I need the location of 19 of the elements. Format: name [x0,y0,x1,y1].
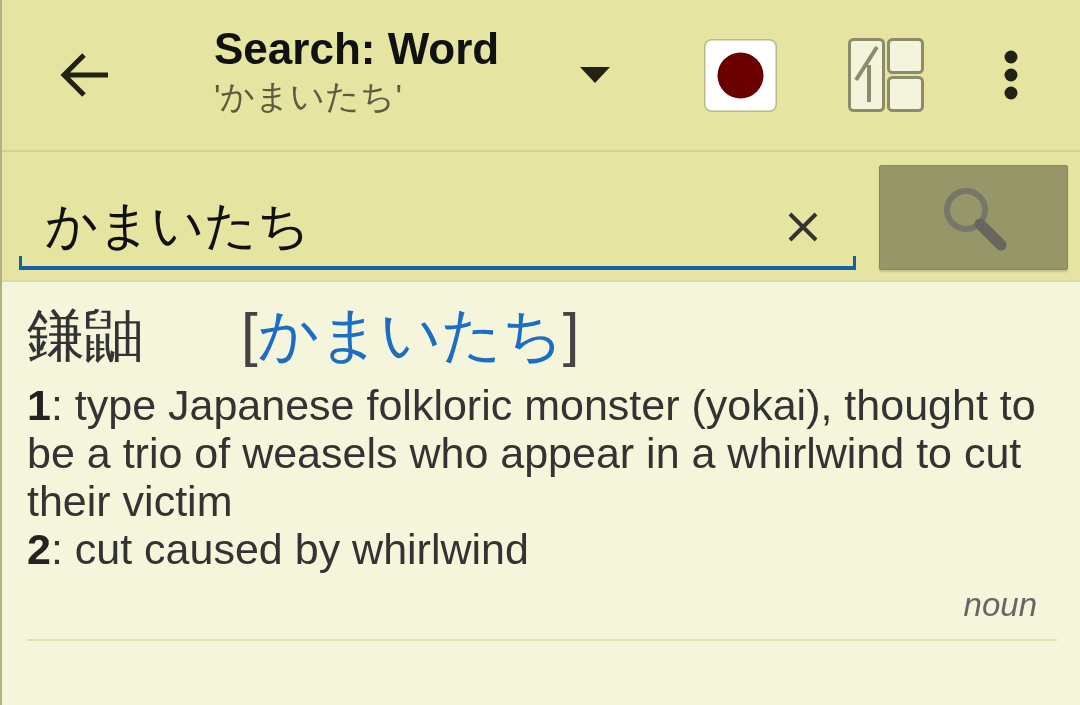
screen-subtitle: 'かまいたち' [214,75,403,117]
caret-down-icon [580,67,610,83]
flag-icon [704,38,777,112]
screen-title: Search: Word [214,25,501,74]
more-options-icon [1004,50,1018,100]
headword: 鎌鼬 [27,306,143,364]
more-options-button[interactable] [1004,50,1018,100]
clear-button[interactable] [787,211,820,243]
layout-button[interactable] [848,38,924,112]
arrow-left-icon [60,52,110,98]
tiles-icon [848,38,924,112]
dropdown-button[interactable] [580,67,610,83]
part-of-speech: noun [963,585,1037,625]
reading: [かまいたち] [241,305,580,365]
close-icon [787,211,820,243]
definition-text: 1: type Japanese folkloric monster (yokai), thought to be a trio of weasels who appear in a whirlwind to cut their victim [27,381,1037,525]
back-button[interactable] [60,52,110,98]
language-button[interactable] [704,38,777,112]
definition-text: 2: cut caused by whirlwind [27,525,530,573]
